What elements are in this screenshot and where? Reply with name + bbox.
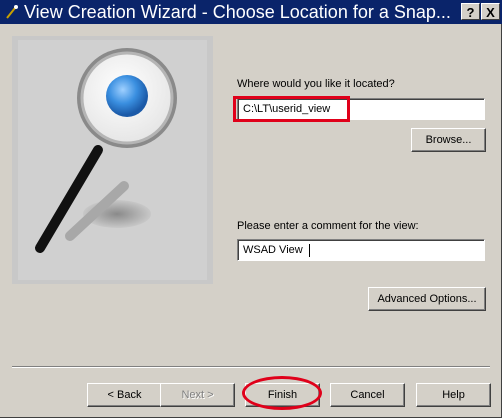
footer-separator <box>12 366 490 368</box>
comment-value: WSAD View <box>243 244 303 256</box>
wizard-wand-icon <box>6 5 18 19</box>
back-button[interactable]: < Back <box>87 383 162 407</box>
magnifier-icon <box>12 36 213 284</box>
next-button[interactable]: Next > <box>160 383 235 407</box>
comment-input[interactable]: WSAD View <box>237 239 485 261</box>
text-cursor <box>308 243 310 257</box>
window-title: View Creation Wizard - Choose Location f… <box>24 2 451 22</box>
location-prompt: Where would you like it located? <box>237 78 395 90</box>
help-button[interactable]: Help <box>416 383 491 407</box>
advanced-options-button[interactable]: Advanced Options... <box>368 287 486 311</box>
browse-button[interactable]: Browse... <box>411 128 486 152</box>
finish-highlight <box>242 376 322 410</box>
wizard-dialog: View Creation Wizard - Choose Location f… <box>0 0 502 418</box>
location-highlight <box>233 96 350 122</box>
close-title-button[interactable]: X <box>481 3 500 20</box>
help-title-button[interactable]: ? <box>461 3 480 20</box>
title-bar[interactable]: View Creation Wizard - Choose Location f… <box>0 0 502 24</box>
cancel-button[interactable]: Cancel <box>330 383 405 407</box>
comment-prompt: Please enter a comment for the view: <box>237 220 419 232</box>
magnifying-glass-illustration <box>12 36 213 284</box>
